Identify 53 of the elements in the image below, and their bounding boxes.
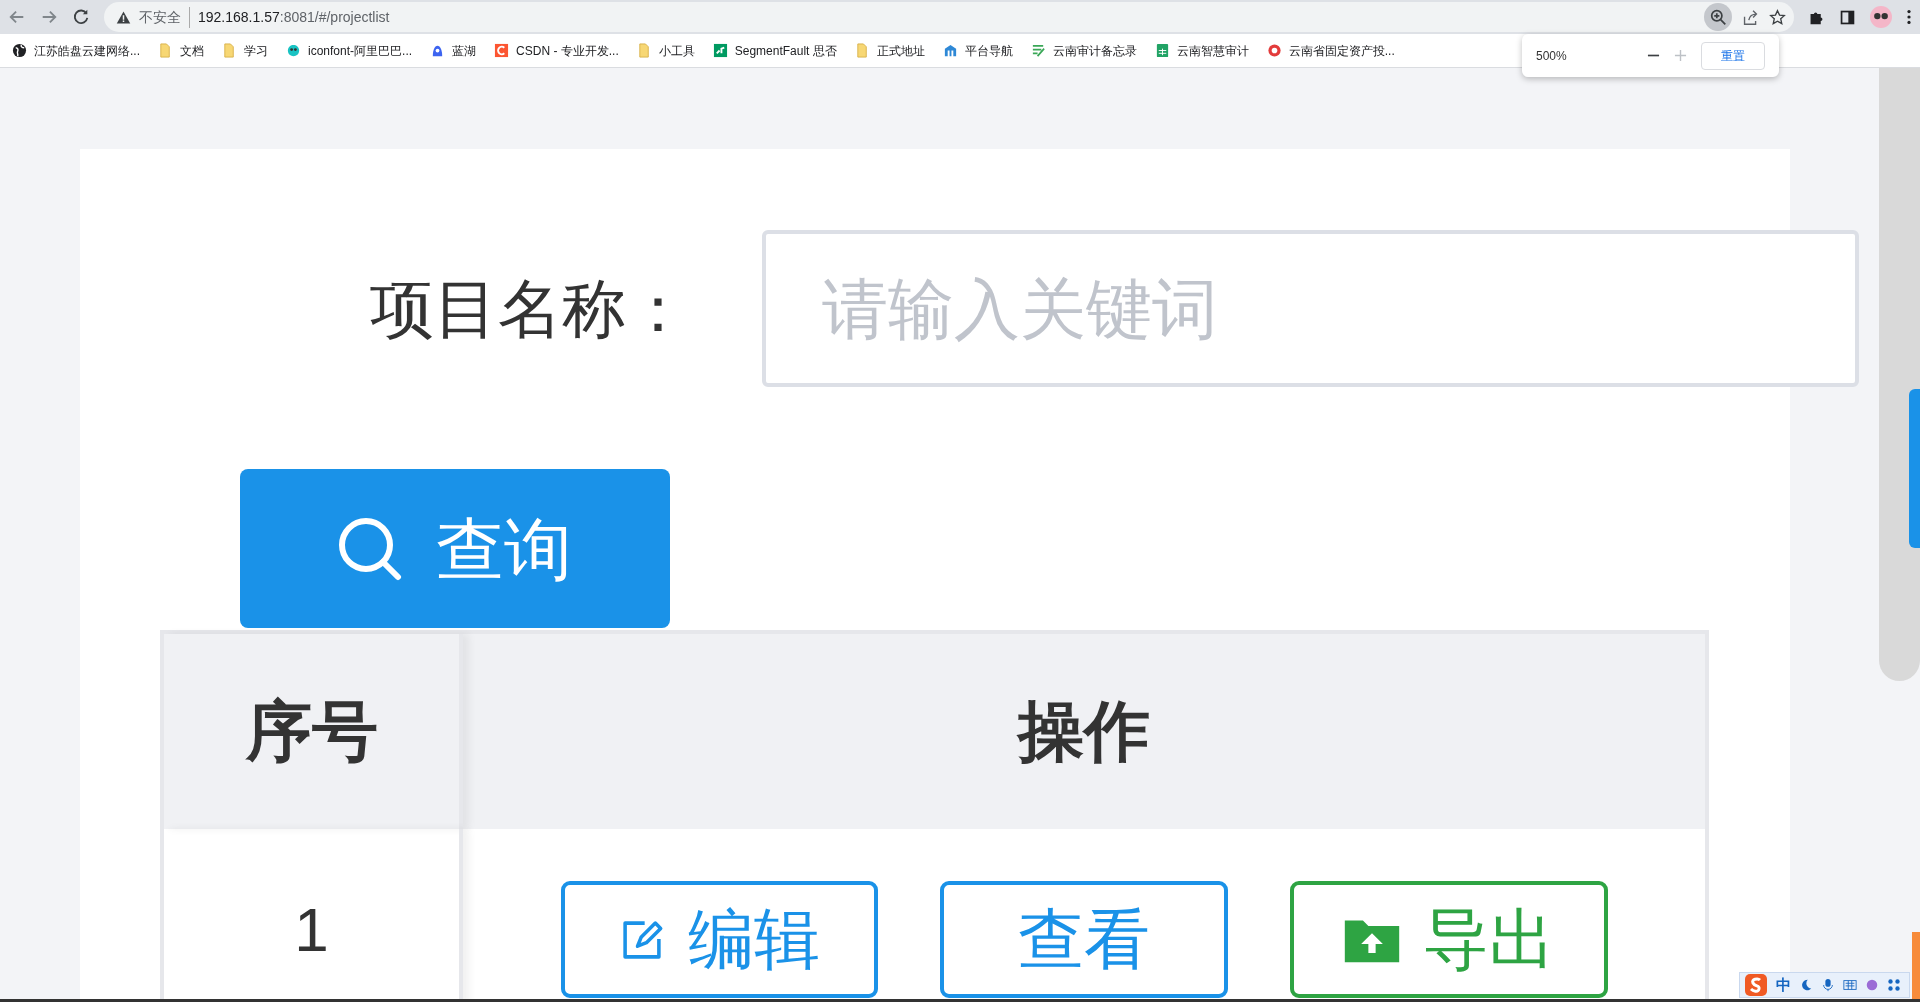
logo-icon: [494, 43, 510, 58]
logo-icon: [712, 43, 728, 58]
bookmark[interactable]: 小工具: [636, 41, 695, 60]
bookmark[interactable]: SegmentFault 思否: [712, 41, 837, 60]
reset-button[interactable]: 重置: [1701, 41, 1765, 70]
side-panel-icon[interactable]: [1839, 8, 1856, 26]
back-icon[interactable]: [8, 8, 26, 26]
row-number: 1: [294, 893, 329, 966]
nav-icon: [942, 43, 958, 58]
forward-icon[interactable]: [40, 8, 58, 26]
zoom-level: 500%: [1536, 47, 1567, 65]
bookmark[interactable]: 云南审计备忘录: [1030, 41, 1137, 60]
header-text: 操作: [1018, 693, 1150, 770]
microphone-icon[interactable]: [1821, 978, 1835, 992]
bookmark[interactable]: CSDN - 专业开发...: [494, 41, 619, 60]
bookmark[interactable]: 学习: [222, 41, 268, 60]
avatar-icon[interactable]: [1870, 6, 1892, 28]
security-label: 不安全: [139, 6, 190, 28]
bookmark[interactable]: 文档: [158, 41, 204, 60]
share-icon[interactable]: [1742, 8, 1759, 26]
bookmark[interactable]: 江苏皓盘云建网络...: [12, 41, 140, 60]
bookmark[interactable]: 正式地址: [854, 41, 925, 60]
bookmark[interactable]: 云南智慧审计: [1154, 41, 1249, 60]
bookmark[interactable]: 平台导航: [942, 41, 1013, 60]
globe-icon: [12, 43, 27, 58]
header-text: 序号: [245, 693, 378, 770]
sheet-icon: [1154, 43, 1170, 58]
sogou-logo-icon: [1744, 973, 1768, 997]
memo-icon: [1030, 43, 1046, 58]
folder-icon: [222, 43, 237, 58]
bookmark[interactable]: 蓝湖: [430, 41, 477, 60]
field-label: 项目名称：: [370, 272, 690, 345]
folder-icon: [854, 43, 870, 58]
zoom-icon[interactable]: [1704, 3, 1732, 31]
star-icon[interactable]: [1769, 8, 1786, 26]
keyboard-icon[interactable]: [1843, 978, 1857, 992]
search-icon: [338, 516, 402, 581]
folder-icon: [158, 43, 173, 58]
grid-icon[interactable]: [1887, 978, 1901, 992]
address-bar[interactable]: 不安全 192.168.1.57:8081/#/projectlist: [104, 2, 1794, 32]
seal-icon: [1266, 43, 1282, 58]
scrollbar-thumb[interactable]: [1879, 68, 1920, 681]
input-mode[interactable]: 中: [1776, 973, 1791, 997]
folder-icon: [636, 43, 652, 58]
reload-icon[interactable]: [72, 8, 90, 26]
menu-icon[interactable]: [1906, 8, 1912, 26]
side-tab[interactable]: [1912, 932, 1920, 1002]
url-text: 192.168.1.57:8081/#/projectlist: [198, 7, 390, 27]
bookmark[interactable]: 云南省固定资产投...: [1266, 41, 1395, 60]
moon-icon[interactable]: [1799, 978, 1813, 992]
warning-icon: [116, 9, 131, 25]
bookmark[interactable]: iconfont-阿里巴巴...: [286, 41, 413, 60]
search-field[interactable]: 请输入关键词: [762, 230, 1859, 387]
